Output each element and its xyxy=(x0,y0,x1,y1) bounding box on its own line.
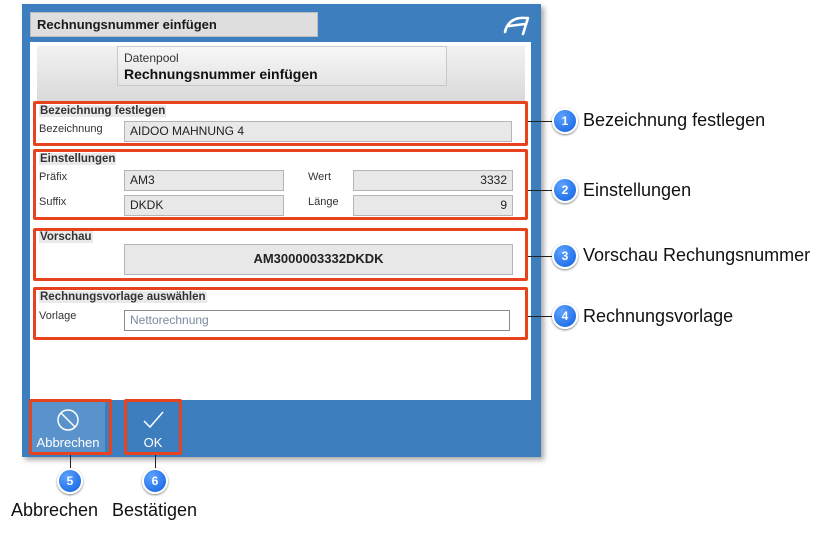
callout-badge-2: 2 xyxy=(552,177,578,203)
header-subtitle: Datenpool xyxy=(124,51,179,65)
dialog-title: Rechnungsnummer einfügen xyxy=(30,12,318,37)
highlight-cancel xyxy=(29,399,112,455)
callout-label-3: Vorschau Rechungsnummer xyxy=(583,245,811,265)
highlight-bezeichnung xyxy=(33,101,528,146)
callout-badge-5: 5 xyxy=(57,468,83,494)
callout-badge-1: 1 xyxy=(552,108,578,134)
connector-line xyxy=(528,121,552,122)
callout-label-5: Abbrechen xyxy=(11,500,99,520)
callout-badge-4: 4 xyxy=(552,303,578,329)
header-title: Rechnungsnummer einfügen xyxy=(124,66,318,82)
dialog-content: Datenpool Rechnungsnummer einfügen Bezei… xyxy=(30,42,531,400)
callout-label-6: Bestätigen xyxy=(112,500,198,520)
highlight-vorschau xyxy=(33,228,528,281)
header-band: Datenpool Rechnungsnummer einfügen xyxy=(37,46,525,101)
highlight-vorlage xyxy=(33,287,528,340)
connector-line xyxy=(528,190,552,191)
connector-line xyxy=(70,455,71,469)
callout-label-1: Bezeichnung festlegen xyxy=(583,110,766,130)
app-logo-icon xyxy=(503,16,530,36)
callout-badge-6: 6 xyxy=(142,468,168,494)
connector-line xyxy=(155,455,156,469)
highlight-ok xyxy=(124,399,182,455)
connector-line xyxy=(528,316,552,317)
callout-label-4: Rechnungsvorlage xyxy=(583,306,734,326)
callout-label-2: Einstellungen xyxy=(583,180,692,200)
connector-line xyxy=(528,256,552,257)
callout-badge-3: 3 xyxy=(552,243,578,269)
header-panel: Datenpool Rechnungsnummer einfügen xyxy=(117,46,447,86)
highlight-einstellungen xyxy=(33,149,528,220)
